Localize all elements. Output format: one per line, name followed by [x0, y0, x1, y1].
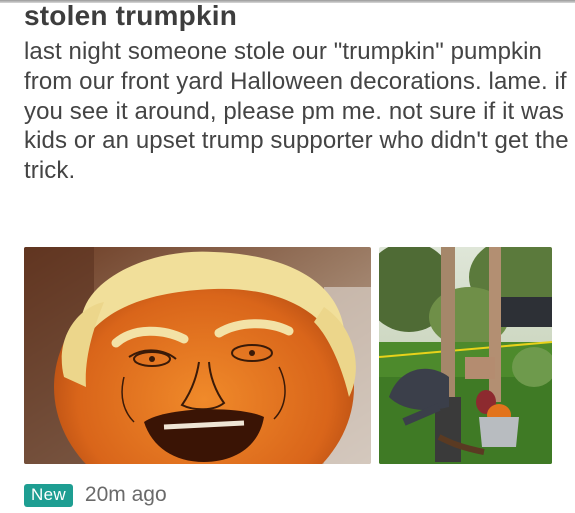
yard-image: [379, 247, 552, 464]
pumpkin-image: [24, 247, 371, 464]
new-badge: New: [24, 483, 73, 507]
timestamp: 20m ago: [84, 483, 167, 506]
post-meta: New 20m ago: [24, 481, 167, 509]
yard-decoration-photo[interactable]: [379, 247, 552, 464]
pumpkin-photo[interactable]: [24, 247, 371, 464]
post-body: last night someone stole our "trumpkin" …: [24, 38, 569, 185]
post-title: stolen trumpkin: [24, 0, 238, 31]
